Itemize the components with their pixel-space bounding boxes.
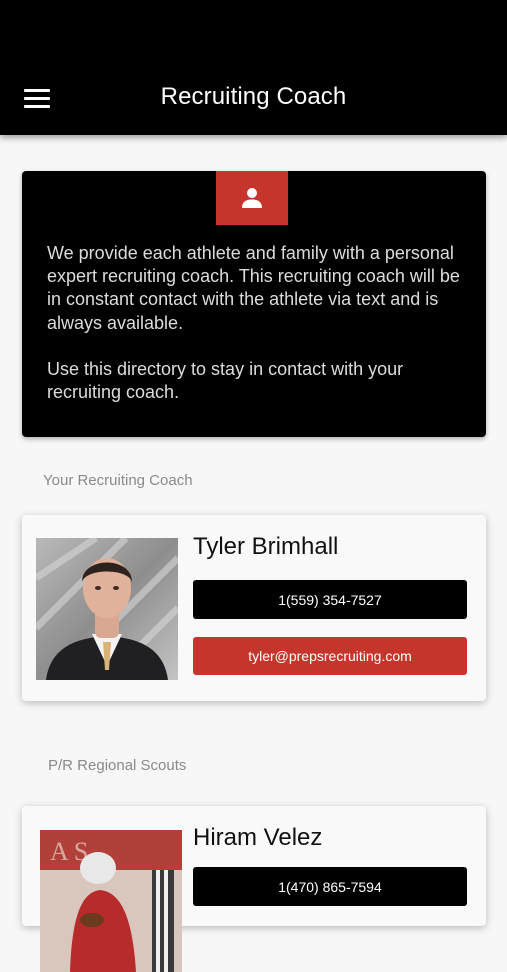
person-icon — [242, 188, 262, 208]
intro-card: We provide each athlete and family with … — [22, 171, 486, 437]
scout-phone-button[interactable]: 1(470) 865-7594 — [193, 867, 467, 906]
regional-scouts-section-label: P/R Regional Scouts — [48, 757, 187, 774]
intro-paragraph-2: Use this directory to stay in contact wi… — [47, 358, 404, 403]
page-title: Recruiting Coach — [160, 83, 347, 110]
app-header: Recruiting Coach — [0, 0, 507, 135]
coach-phone-button[interactable]: 1(559) 354-7527 — [193, 580, 467, 619]
scout-name: Hiram Velez — [193, 824, 323, 851]
coach-photo — [36, 538, 178, 680]
your-coach-section-label: Your Recruiting Coach — [43, 472, 193, 489]
intro-icon-badge — [216, 171, 288, 225]
scout-card: A S Hiram Velez 1(470) 865-7594 — [22, 806, 486, 972]
intro-paragraph-1: We provide each athlete and family with … — [47, 243, 460, 333]
coach-email-button[interactable]: tyler@prepsrecruiting.com — [193, 637, 467, 675]
intro-description: We provide each athlete and family with … — [47, 242, 472, 404]
coach-name: Tyler Brimhall — [193, 533, 339, 560]
scout-photo: A S — [40, 830, 182, 972]
coach-card: Tyler Brimhall 1(559) 354-7527 tyler@pre… — [22, 515, 486, 701]
